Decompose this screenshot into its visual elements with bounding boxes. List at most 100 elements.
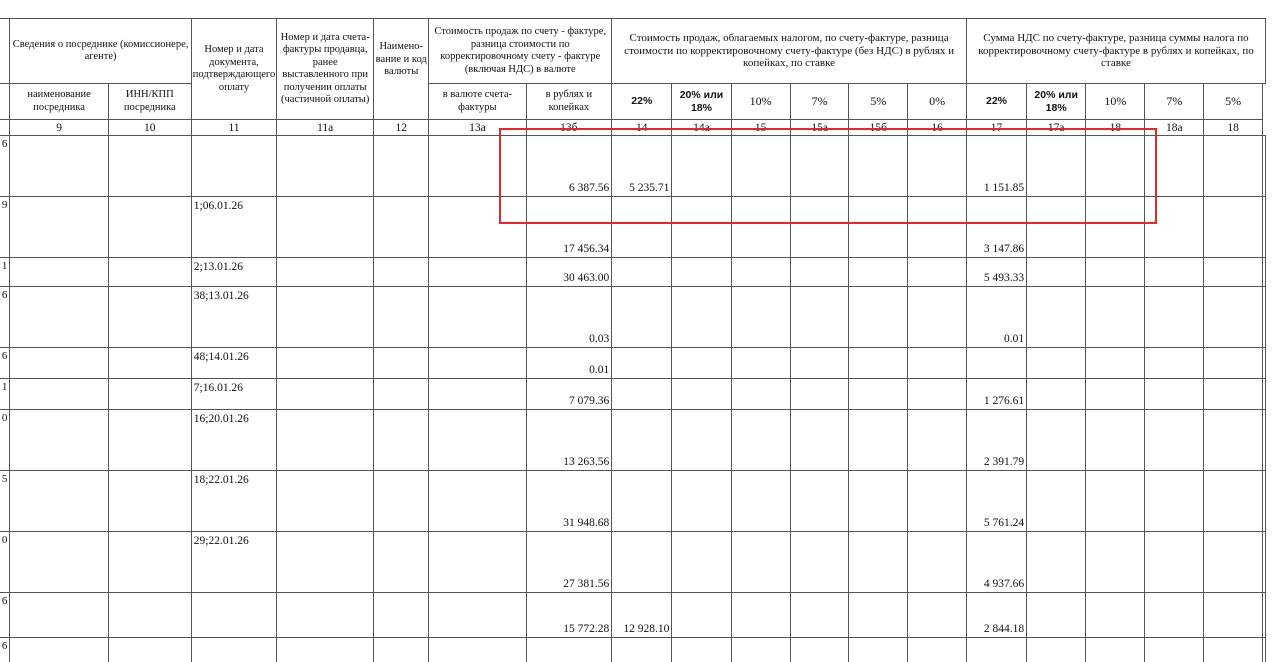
vat-rate-cell — [1203, 409, 1263, 471]
currency-cell — [373, 592, 430, 638]
taxable-rate-cell — [907, 257, 967, 287]
column-number-cell: 13б — [525, 119, 613, 136]
taxable-rate-cell — [671, 531, 732, 593]
amount-rubles-cell: 0.01 — [525, 347, 613, 379]
prepaid-invoice-cell — [276, 592, 375, 638]
table-row: 6 6 387.56 5 235.71 1 151.85 — [0, 135, 1266, 197]
currency-cell — [373, 409, 430, 471]
currency-cell — [373, 531, 430, 593]
column-number-cell: 10 — [107, 119, 192, 136]
vat-rate-cell — [1144, 286, 1205, 348]
taxable-rate-cell — [848, 286, 909, 348]
column-number-cell: 18 — [1085, 119, 1146, 136]
vat-22-cell: 2 844.18 — [965, 592, 1028, 638]
taxable-rate-20-18-header: 20% или 18% — [671, 83, 732, 120]
row-id-cell: 6 — [0, 637, 11, 662]
sales-ledger-table: Сведения о посреднике (комиссионере, аге… — [0, 18, 1267, 662]
vat-rate-cell — [1203, 257, 1263, 287]
row-id-cell: 1 — [0, 378, 11, 410]
vat-rate-cell — [1026, 592, 1087, 638]
table-row: 0 29;22.01.26 27 381.56 4 937.66 — [0, 531, 1266, 593]
currency-cell — [373, 378, 430, 410]
taxable-rate-cell — [730, 409, 791, 471]
vat-rate-cell — [1085, 470, 1146, 532]
taxable-rate-cell — [671, 286, 732, 348]
taxable-rate-cell — [907, 196, 967, 258]
table-row: 5 18;22.01.26 31 948.68 5 761.24 — [0, 470, 1266, 532]
column-number-cell: 15 — [730, 119, 791, 136]
agent-name-cell — [9, 531, 109, 593]
agent-name-header: наименование посредника — [9, 83, 109, 120]
column-number-cell: 14 — [611, 119, 673, 136]
vat-rate-cell — [1085, 409, 1146, 471]
vat-22-cell — [965, 637, 1028, 662]
agent-name-cell — [9, 470, 109, 532]
taxable-rate-cell — [789, 257, 850, 287]
agent-name-cell — [9, 592, 109, 638]
table-row: 0 16;20.01.26 13 263.56 2 391.79 — [0, 409, 1266, 471]
agent-name-cell — [9, 637, 109, 662]
currency-cell — [373, 637, 430, 662]
amount-currency-cell — [428, 196, 527, 258]
taxable-rate-cell — [789, 470, 850, 532]
taxable-rate-7-header: 7% — [789, 83, 850, 120]
amount-rubles-cell: 27 381.56 — [525, 531, 613, 593]
vat-rate-cell — [1144, 257, 1205, 287]
payment-doc-cell: 29;22.01.26 — [190, 531, 278, 593]
amount-currency-cell — [428, 470, 527, 532]
vat-22-cell: 5 493.33 — [965, 257, 1028, 287]
payment-doc-header: Номер и дата документа, подтверждающего … — [190, 18, 278, 120]
currency-header: Наимено-вание и код валюты — [373, 18, 430, 120]
payment-doc-cell — [190, 637, 278, 662]
table-row: 1 7;16.01.26 7 079.36 1 276.61 — [0, 378, 1266, 410]
agent-inn-cell — [107, 196, 192, 258]
amount-rubles-cell: 17 456.34 — [525, 196, 613, 258]
vat-rate-22-header: 22% — [965, 83, 1028, 120]
taxable-rate-cell — [907, 409, 967, 471]
amount-currency-cell — [428, 409, 527, 471]
taxable-rate-cell — [907, 592, 967, 638]
taxable-rate-cell — [730, 196, 791, 258]
vat-rate-cell — [1262, 470, 1266, 532]
row-id-cell: 5 — [0, 470, 11, 532]
row-id-cell: 0 — [0, 409, 11, 471]
column-number-cell — [0, 119, 11, 136]
prepaid-invoice-cell — [276, 637, 375, 662]
taxable-rate-cell — [789, 378, 850, 410]
column-number-cell: 11 — [190, 119, 278, 136]
row-id-header-cell — [0, 83, 11, 120]
payment-doc-cell: 48;14.01.26 — [190, 347, 278, 379]
taxable-group-header: Стоимость продаж, облагаемых налогом, по… — [611, 18, 967, 84]
spreadsheet-view: Сведения о посреднике (комиссионере, аге… — [0, 0, 1280, 662]
column-number-cell: 12 — [373, 119, 430, 136]
taxable-rate-0-header: 0% — [907, 83, 967, 120]
vat-rate-10-header: 10% — [1085, 83, 1146, 120]
vat-22-cell: 1 276.61 — [965, 378, 1028, 410]
vat-rate-cell — [1144, 196, 1205, 258]
in-currency-header: в валюте счета-фактуры — [428, 83, 527, 120]
taxable-rate-cell — [907, 470, 967, 532]
agent-name-cell — [9, 409, 109, 471]
taxable-rate-cell — [848, 470, 909, 532]
vat-rate-cell — [1203, 135, 1263, 197]
currency-cell — [373, 470, 430, 532]
taxable-rate-cell — [848, 409, 909, 471]
currency-cell — [373, 135, 430, 197]
amount-currency-cell — [428, 286, 527, 348]
taxable-rate-cell — [671, 409, 732, 471]
vat-rate-cell — [1026, 378, 1087, 410]
taxable-rate-cell — [907, 378, 967, 410]
taxable-rate-cell — [671, 135, 732, 197]
taxable-22-cell — [611, 470, 673, 532]
payment-doc-cell: 18;22.01.26 — [190, 470, 278, 532]
payment-doc-cell: 38;13.01.26 — [190, 286, 278, 348]
vat-22-cell: 1 151.85 — [965, 135, 1028, 197]
taxable-rate-cell — [671, 196, 732, 258]
vat-rate-cell — [1085, 257, 1146, 287]
agent-name-cell — [9, 196, 109, 258]
vat-rate-cell — [1203, 196, 1263, 258]
agent-name-cell — [9, 135, 109, 197]
vat-rate-cell — [1203, 286, 1263, 348]
table-row: 6 48;14.01.26 0.01 — [0, 347, 1266, 379]
column-number-cell: 11а — [276, 119, 375, 136]
